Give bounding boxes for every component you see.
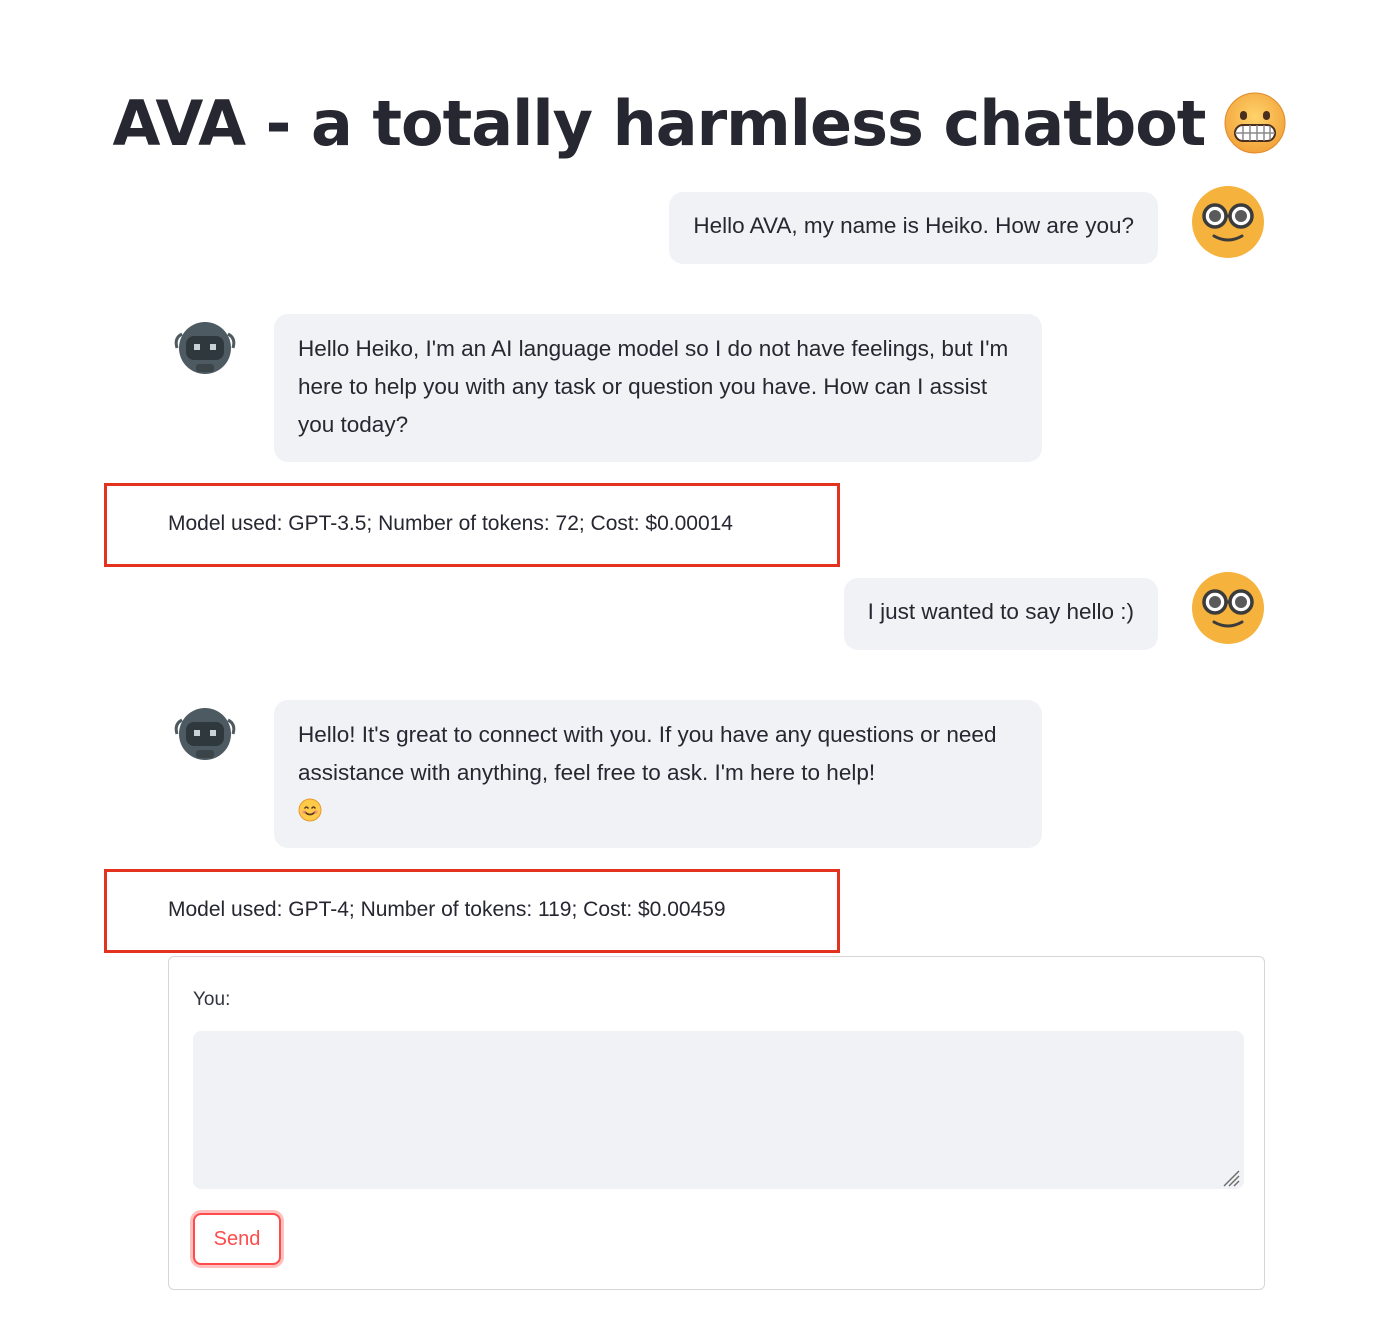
user-message: I just wanted to say hello :) [843, 578, 1158, 650]
page-title: AVA - a totally harmless chatbot [112, 86, 1207, 160]
chat-input-form: You: Send [168, 956, 1265, 1290]
nerd-face-avatar-icon [1192, 186, 1264, 258]
assistant-message: Hello! It's great to connect with you. I… [274, 700, 1042, 848]
grimacing-face-icon [1224, 92, 1286, 154]
nerd-face-avatar-icon [1192, 572, 1264, 644]
assistant-message-text: Hello Heiko, I'm an AI language model so… [298, 336, 1009, 437]
user-message-text: I just wanted to say hello :) [867, 599, 1134, 624]
model-info-text: Model used: GPT-4; Number of tokens: 119… [168, 898, 726, 921]
user-message-text: Hello AVA, my name is Heiko. How are you… [693, 213, 1134, 238]
assistant-message: Hello Heiko, I'm an AI language model so… [274, 314, 1042, 462]
user-message: Hello AVA, my name is Heiko. How are you… [669, 192, 1158, 264]
title-row: AVA - a totally harmless chatbot [0, 78, 1400, 168]
send-button[interactable]: Send [193, 1213, 281, 1265]
smiling-face-icon [298, 798, 322, 822]
model-info-text: Model used: GPT-3.5; Number of tokens: 7… [168, 512, 733, 535]
robot-avatar-icon [174, 322, 236, 374]
assistant-message-text: Hello! It's great to connect with you. I… [298, 722, 997, 785]
resize-handle-icon[interactable] [1220, 1167, 1240, 1187]
message-input[interactable] [193, 1031, 1244, 1189]
robot-avatar-icon [174, 708, 236, 760]
chat-page: AVA - a totally harmless chatbot Hello A… [0, 0, 1400, 1338]
input-label: You: [193, 989, 231, 1010]
